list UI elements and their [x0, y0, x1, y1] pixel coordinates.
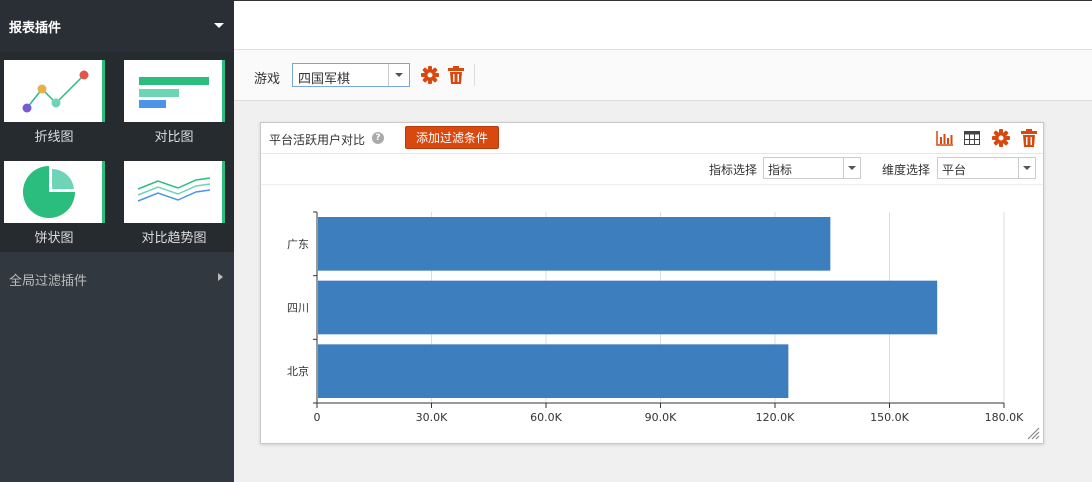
- x-tick-label: 180.0K: [985, 411, 1024, 424]
- tile-pie-chart[interactable]: 饼状图: [4, 153, 105, 246]
- trash-icon[interactable]: [448, 66, 464, 84]
- chevron-down-icon: [1023, 166, 1031, 170]
- bar-compare-icon: [124, 60, 225, 122]
- tile-label: 折线图: [34, 130, 74, 145]
- y-category-label: 四川: [287, 302, 309, 315]
- tile-trend-compare[interactable]: 对比趋势图: [124, 153, 225, 246]
- bar-chart: 0 30.0K 60.0K 90.0K 120.0K 150.0K 180.0K 广东四川北京: [287, 211, 1024, 424]
- gear-icon[interactable]: [992, 129, 1010, 147]
- sidebar: 报表插件 折线图 对比图 饼状图 对比趋势图 全局过滤插件: [0, 0, 234, 482]
- x-tick-label: 90.0K: [645, 411, 677, 424]
- x-tick-label: 60.0K: [530, 411, 562, 424]
- pie-chart-icon: [4, 161, 105, 223]
- metric-select[interactable]: 指标: [763, 157, 861, 179]
- x-tick-label: 120.0K: [756, 411, 795, 424]
- bar: [318, 344, 789, 398]
- caret-down-icon[interactable]: [214, 23, 224, 28]
- x-tick-label: 0: [314, 411, 321, 424]
- tile-bar-compare[interactable]: 对比图: [124, 52, 225, 145]
- tile-label: 对比图: [154, 130, 194, 145]
- bar: [318, 280, 938, 335]
- dropdown-button[interactable]: [388, 64, 409, 86]
- panel-header: 平台活跃用户对比 ? 添加过滤条件: [261, 123, 1043, 154]
- line-chart-icon: [4, 60, 105, 122]
- gear-icon[interactable]: [421, 66, 439, 84]
- panel-title: 平台活跃用户对比: [269, 133, 366, 147]
- metric-select-value: 指标: [768, 163, 793, 177]
- table-icon[interactable]: [964, 131, 980, 145]
- resize-handle-icon[interactable]: [1026, 426, 1040, 440]
- dropdown-button[interactable]: [1018, 158, 1035, 178]
- trend-compare-icon: [124, 161, 225, 223]
- x-tick-label: 30.0K: [416, 411, 448, 424]
- bar: [318, 217, 831, 271]
- chart-panel: 平台活跃用户对比 ? 添加过滤条件 指标选择 指标 维度选择 平台 0 30.0…: [260, 122, 1044, 444]
- plugin-tiles: 折线图 对比图 饼状图 对比趋势图: [0, 52, 234, 252]
- tile-label: 对比趋势图: [141, 231, 207, 246]
- chevron-down-icon: [395, 73, 403, 77]
- sidebar-header[interactable]: 报表插件: [0, 0, 234, 52]
- y-category-label: 广东: [287, 238, 309, 251]
- filter-bar: 游戏 四国军棋: [234, 50, 1092, 101]
- divider: [474, 64, 475, 86]
- add-filter-button[interactable]: 添加过滤条件: [405, 126, 499, 149]
- chevron-down-icon: [848, 166, 856, 170]
- game-select-value: 四国军棋: [298, 72, 351, 87]
- sidebar-title: 报表插件: [9, 21, 62, 36]
- metric-label: 指标选择: [709, 163, 758, 177]
- game-select[interactable]: 四国军棋: [292, 63, 410, 87]
- tile-label: 饼状图: [34, 231, 74, 246]
- top-bar: [234, 0, 1092, 50]
- global-filter-plugin[interactable]: 全局过滤插件: [0, 258, 234, 298]
- y-category-label: 北京: [287, 364, 309, 378]
- bar-chart-icon[interactable]: [936, 130, 954, 146]
- help-icon[interactable]: ?: [372, 132, 384, 144]
- x-tick-label: 150.0K: [870, 411, 909, 424]
- dimension-label: 维度选择: [882, 163, 931, 177]
- dimension-select-value: 平台: [942, 163, 967, 177]
- tile-line-chart[interactable]: 折线图: [4, 52, 105, 145]
- global-filter-label: 全局过滤插件: [9, 274, 88, 289]
- trash-icon[interactable]: [1021, 129, 1037, 147]
- chevron-right-icon: [218, 273, 223, 281]
- dimension-select[interactable]: 平台: [937, 157, 1036, 179]
- selector-row: 指标选择 指标 维度选择 平台: [261, 154, 1043, 185]
- game-label: 游戏: [254, 72, 281, 87]
- dropdown-button[interactable]: [843, 158, 860, 178]
